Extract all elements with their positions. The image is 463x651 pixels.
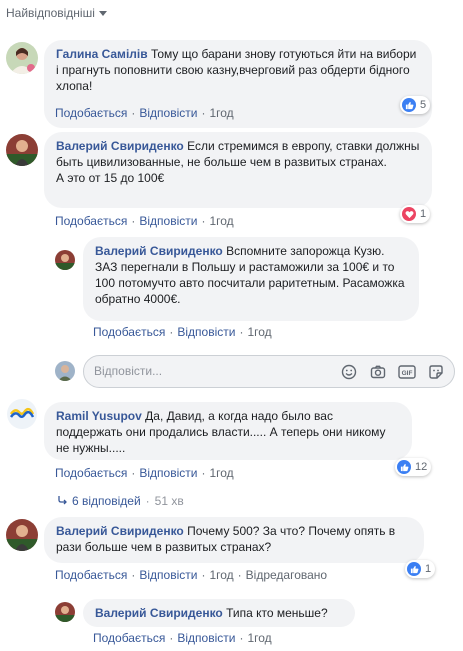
like-link[interactable]: Подобається	[93, 631, 165, 645]
chevron-down-icon	[98, 11, 107, 17]
avatar[interactable]	[55, 250, 75, 270]
comment-time[interactable]: 1год	[209, 568, 233, 582]
like-link[interactable]: Подобається	[93, 325, 165, 339]
heart-icon	[402, 207, 416, 221]
reply-bubble: Валерий Свириденко Вспомните запорожца К…	[83, 237, 419, 321]
thumbs-up-icon	[397, 460, 411, 474]
reaction-badge[interactable]: 5	[400, 96, 431, 114]
comment-actions: Подобається · Відповісти · 1год	[55, 214, 234, 228]
comment-author[interactable]: Валерий Свириденко	[56, 524, 184, 538]
comment-actions: Подобається · Відповісти · 1год	[93, 325, 272, 339]
replies-count: 6 відповідей	[72, 494, 141, 508]
reaction-count: 1	[420, 208, 427, 220]
like-link[interactable]: Подобається	[55, 466, 127, 480]
like-link[interactable]: Подобається	[55, 568, 127, 582]
reply-link[interactable]: Відповісти	[139, 568, 197, 582]
replies-time: 51 хв	[154, 494, 184, 508]
comment-time[interactable]: 1год	[209, 466, 233, 480]
current-user-avatar	[55, 361, 75, 381]
comment-time[interactable]: 1год	[209, 106, 233, 120]
comment-time[interactable]: 1год	[247, 325, 271, 339]
thumbs-up-icon	[402, 98, 416, 112]
emoji-icon[interactable]	[339, 362, 359, 382]
reaction-badge[interactable]: 1	[405, 560, 436, 578]
view-replies-link[interactable]: 6 відповідей · 51 хв	[58, 494, 184, 508]
reply-link[interactable]: Відповісти	[139, 466, 197, 480]
gif-icon[interactable]: GIF	[397, 362, 417, 382]
comment-actions: Подобається · Відповісти · 1год	[55, 106, 234, 120]
avatar[interactable]	[6, 519, 38, 551]
comment-author[interactable]: Галина Самілів	[56, 47, 148, 61]
reply-link[interactable]: Відповісти	[177, 325, 235, 339]
reaction-count: 1	[425, 563, 432, 575]
avatar[interactable]	[6, 398, 38, 430]
like-link[interactable]: Подобається	[55, 106, 127, 120]
comment-text: Типа кто меньше?	[226, 606, 328, 620]
comment-author[interactable]: Валерий Свириденко	[56, 139, 184, 153]
comment-text-line: А это от 15 до 100€	[56, 171, 165, 185]
comment-actions: Подобається · Відповісти · 1год	[93, 631, 272, 645]
comment-bubble: Валерий Свириденко Почему 500? За что? П…	[44, 517, 424, 563]
comment-time[interactable]: 1год	[209, 214, 233, 228]
sort-dropdown[interactable]: Найвідповідніші	[6, 6, 107, 20]
sticker-icon[interactable]	[426, 362, 446, 382]
reaction-count: 12	[415, 461, 428, 473]
reply-link[interactable]: Відповісти	[139, 106, 197, 120]
reply-link[interactable]: Відповісти	[177, 631, 235, 645]
comment-time[interactable]: 1год	[247, 631, 271, 645]
comment-author[interactable]: Ramil Yusupov	[56, 409, 142, 423]
camera-icon[interactable]	[368, 362, 388, 382]
like-link[interactable]: Подобається	[55, 214, 127, 228]
reply-input[interactable]: Відповісти... GIF	[83, 355, 455, 388]
thumbs-up-icon	[407, 562, 421, 576]
reaction-badge[interactable]: 12	[395, 458, 432, 476]
comment-actions: Подобається · Відповісти · 1год · Відредагован…	[55, 568, 328, 582]
reply-link[interactable]: Відповісти	[139, 214, 197, 228]
comment-bubble: Ramil Yusupov Да, Давид, а когда надо бы…	[44, 402, 412, 460]
svg-text:GIF: GIF	[402, 370, 413, 377]
comment-author[interactable]: Валерий Свириденко	[95, 244, 223, 258]
sort-label: Найвідповідніші	[6, 6, 95, 20]
comment-author[interactable]: Валерий Свириденко	[95, 606, 223, 620]
comment-actions: Подобається · Відповісти · 1год	[55, 466, 234, 480]
reply-bubble: Валерий Свириденко Типа кто меньше?	[83, 599, 355, 627]
reaction-count: 5	[420, 99, 427, 111]
reply-placeholder: Відповісти...	[94, 364, 163, 378]
edited-link[interactable]: Відредаговано	[246, 568, 327, 582]
reaction-badge[interactable]: 1	[400, 205, 431, 223]
avatar[interactable]	[6, 42, 38, 74]
reply-tools: GIF	[339, 362, 446, 382]
avatar[interactable]	[55, 602, 75, 622]
reply-arrow-icon	[58, 494, 72, 508]
comment-bubble: Валерий Свириденко Если стремимся в евро…	[44, 132, 432, 208]
avatar[interactable]	[6, 134, 38, 166]
